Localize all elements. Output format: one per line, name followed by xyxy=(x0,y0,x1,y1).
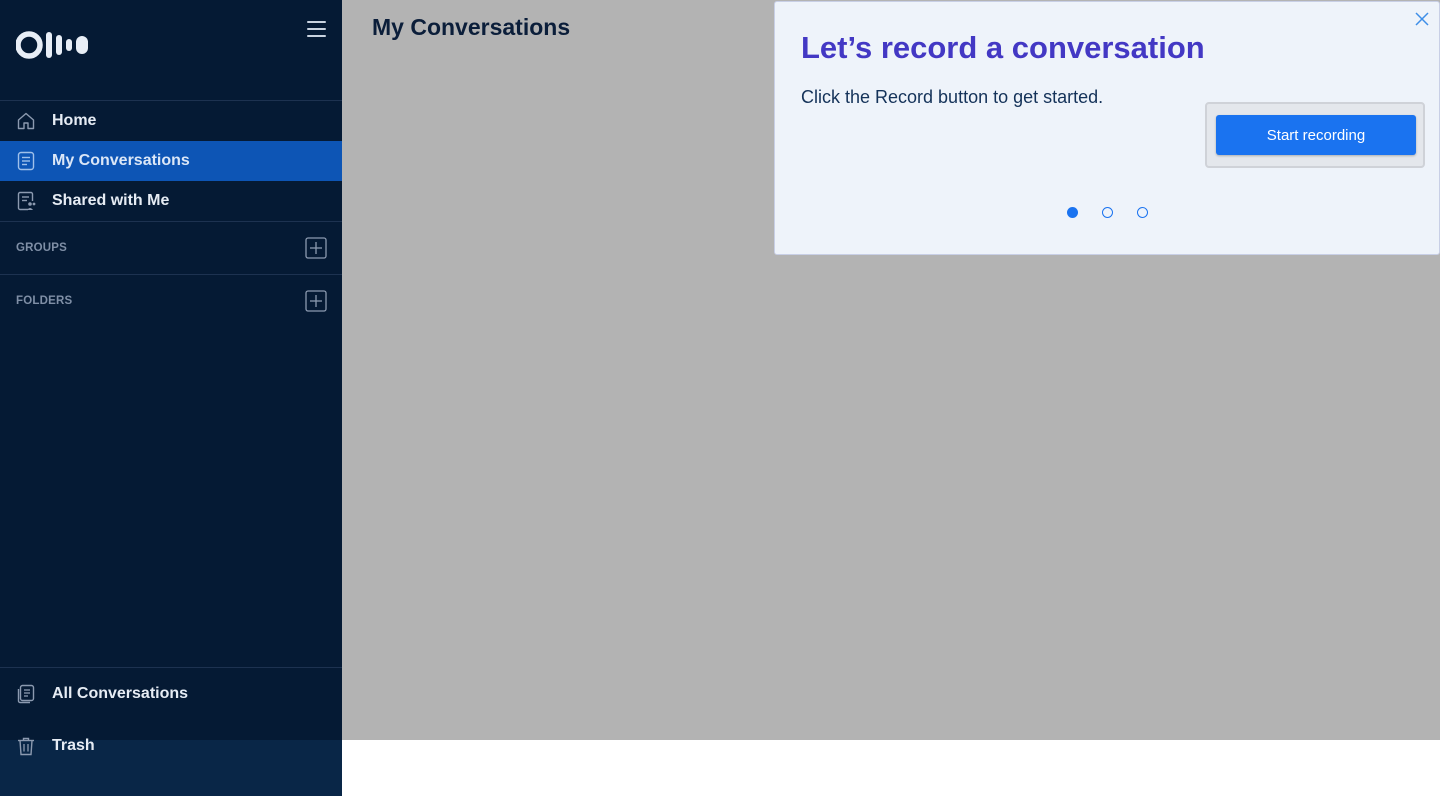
divider xyxy=(0,274,342,275)
page-title: My Conversations xyxy=(372,14,571,40)
step-dot-3[interactable] xyxy=(1137,207,1148,218)
popover-title: Let’s record a conversation xyxy=(801,30,1205,65)
start-recording-highlight: Start recording xyxy=(1205,102,1425,168)
add-folder-icon[interactable] xyxy=(305,290,327,312)
otter-logo-icon[interactable] xyxy=(16,29,90,61)
nav-item-home[interactable]: Home xyxy=(0,101,342,141)
sidebar: Home My Conversations Shared with Me GRO… xyxy=(0,0,342,796)
all-conversations-icon xyxy=(17,684,35,704)
nav-item-label: Shared with Me xyxy=(52,192,170,209)
nav-item-my-conversations[interactable]: My Conversations xyxy=(0,141,342,181)
step-dot-1[interactable] xyxy=(1067,207,1078,218)
nav-item-label: Home xyxy=(52,112,97,129)
nav-item-trash[interactable]: Trash xyxy=(0,726,342,766)
hamburger-icon[interactable] xyxy=(304,18,330,40)
nav-item-shared-with-me[interactable]: Shared with Me xyxy=(0,181,342,221)
nav-item-all-conversations[interactable]: All Conversations xyxy=(0,674,342,714)
close-icon[interactable] xyxy=(1413,10,1431,28)
groups-section-header: GROUPS xyxy=(0,233,342,263)
nav-item-label: Trash xyxy=(52,737,95,754)
nav-item-label: My Conversations xyxy=(52,152,190,169)
home-icon xyxy=(17,112,35,130)
onboarding-popover: Let’s record a conversation Click the Re… xyxy=(774,1,1440,255)
start-recording-button[interactable]: Start recording xyxy=(1216,115,1416,155)
trash-icon xyxy=(18,737,34,756)
add-group-icon[interactable] xyxy=(305,237,327,259)
nav-item-label: All Conversations xyxy=(52,685,189,702)
conversations-icon xyxy=(17,151,35,171)
step-dot-2[interactable] xyxy=(1102,207,1113,218)
groups-label: GROUPS xyxy=(16,242,68,254)
folders-section-header: FOLDERS xyxy=(0,286,342,316)
divider xyxy=(0,221,342,222)
popover-text: Click the Record button to get started. xyxy=(801,87,1104,107)
divider xyxy=(0,667,342,668)
shared-icon xyxy=(17,191,36,211)
folders-label: FOLDERS xyxy=(16,295,73,307)
